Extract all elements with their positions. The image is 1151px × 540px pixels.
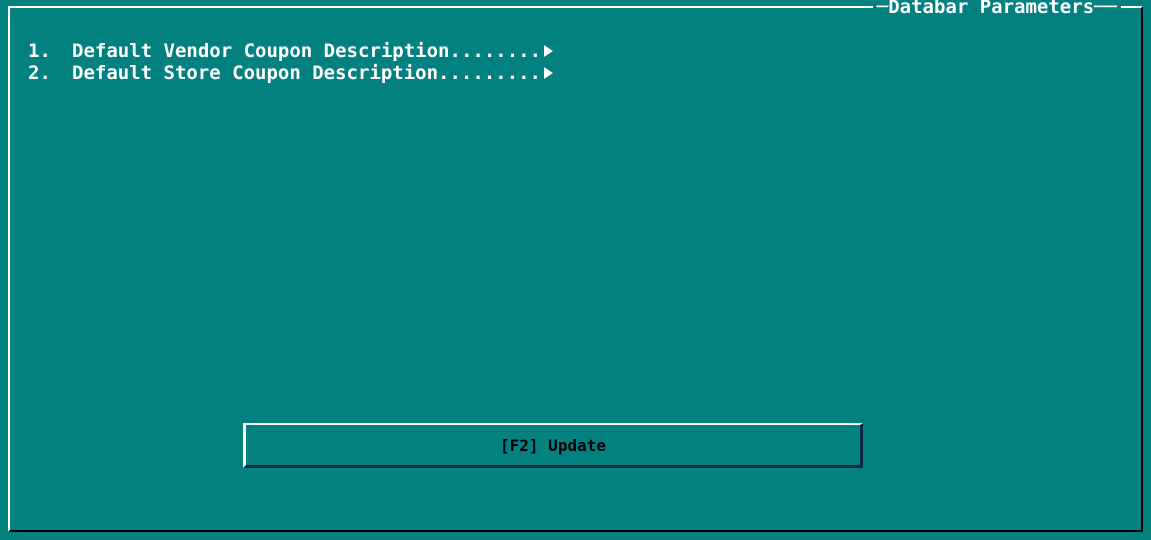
parameter-menu: 1. Default Vendor Coupon Description.....… [28,40,554,84]
menu-item-store-coupon-description[interactable]: 2. Default Store Coupon Description......… [28,62,553,84]
update-button-label: [F2] Update [500,435,606,455]
terminal-screen: ─Databar Parameters── 1. Default Vendor C… [0,0,1151,540]
right-arrow-icon [544,45,554,57]
menu-item-vendor-coupon-description[interactable]: 1. Default Vendor Coupon Description.....… [28,40,554,62]
window-title: ─Databar Parameters── [872,0,1121,18]
menu-item-number: 2. [28,62,51,84]
window-title-text: Databar Parameters [888,0,1095,18]
menu-item-number: 1. [28,40,51,62]
menu-item-dots: ........ [449,40,542,62]
menu-item-dots: ......... [438,62,541,84]
right-arrow-icon [544,67,553,79]
update-button[interactable]: [F2] Update [243,423,863,468]
menu-item-label: Default Store Coupon Description [72,62,439,84]
menu-item-label: Default Vendor Coupon Description [72,40,450,62]
